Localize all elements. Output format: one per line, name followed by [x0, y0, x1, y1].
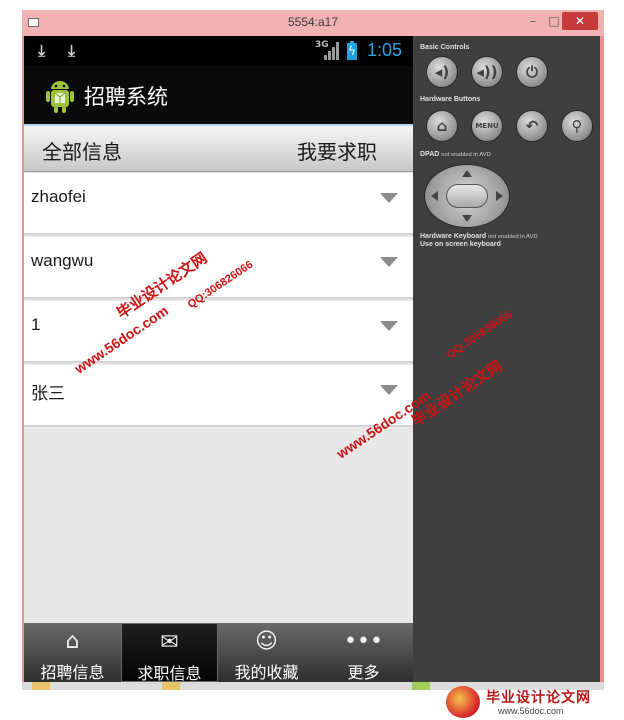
status-clock: 1:05 [367, 40, 403, 60]
list-item-label: zhaofei [31, 187, 86, 206]
maximize-button[interactable]: □ [547, 12, 561, 30]
window-titlebar[interactable]: 5554:a17 – □ ✕ [22, 10, 604, 36]
status-bar: ⤓ ⤓ 3G ϟ 1:05 [24, 36, 413, 66]
dpad-center-button[interactable] [446, 184, 488, 208]
back-button[interactable]: ↶ [516, 110, 548, 142]
tab-label: 招聘信息 [40, 663, 105, 682]
list-item-label: 张三 [31, 384, 65, 403]
list-item-label: 1 [31, 315, 41, 334]
tab-all-info[interactable]: 全部信息 [42, 136, 122, 165]
app-icon[interactable] [412, 682, 430, 690]
volume-up-button[interactable]: ◂)) [471, 56, 503, 88]
dpad-up-icon[interactable] [462, 170, 472, 177]
chevron-down-icon[interactable] [380, 385, 398, 395]
home-icon: ⌂ [65, 629, 80, 654]
tab-recruit-info[interactable]: ⌂ 招聘信息 [24, 623, 121, 682]
folder-icon[interactable] [162, 682, 180, 690]
android-robot-icon [46, 81, 74, 113]
hardware-buttons-title: Hardware Buttons [420, 96, 481, 103]
list-item-label: wangwu [31, 251, 94, 270]
tab-more[interactable]: ••• 更多 [315, 623, 412, 682]
emulator-control-panel: Basic Controls ◂) ◂)) ⏻ Hardware Buttons… [413, 36, 600, 682]
window-title: 5554:a17 [287, 15, 339, 29]
signal-icon [324, 42, 340, 60]
chevron-down-icon[interactable] [380, 193, 398, 203]
list-item[interactable]: 1 [24, 301, 413, 363]
folder-icon[interactable] [32, 682, 50, 690]
dpad-control[interactable] [424, 164, 510, 228]
dpad-title: DPAD not enabled in AVD [420, 151, 491, 158]
power-button[interactable]: ⏻ [516, 56, 548, 88]
menu-button[interactable]: MENU [471, 110, 503, 142]
chevron-down-icon[interactable] [380, 321, 398, 331]
tab-jobseek-info[interactable]: ✉ 求职信息 [121, 623, 218, 682]
logo-emblem-icon [446, 686, 480, 718]
dpad-down-icon[interactable] [462, 215, 472, 222]
dpad-right-icon[interactable] [496, 191, 503, 201]
bottom-tab-bar: ⌂ 招聘信息 ✉ 求职信息 ☺ 我的收藏 ••• 更多 [24, 623, 413, 682]
basic-controls-title: Basic Controls [420, 44, 470, 51]
list-item[interactable]: zhaofei [24, 173, 413, 235]
tab-job-seeking[interactable]: 我要求职 [297, 136, 377, 165]
download-icon: ⤓ [68, 41, 76, 60]
screenshot-root: 5554:a17 – □ ✕ ⤓ ⤓ 3G ϟ 1:05 招聘系统 全部信息 我… [0, 0, 624, 720]
home-button[interactable]: ⌂ [426, 110, 458, 142]
close-button[interactable]: ✕ [562, 12, 598, 30]
top-tab-bar: 全部信息 我要求职 [24, 124, 413, 172]
logo-url: www.56doc.com [498, 706, 564, 716]
app-title-bar: 招聘系统 [24, 66, 413, 124]
keyboard-title: Hardware Keyboard not enabled in AVD [420, 233, 538, 240]
dpad-left-icon[interactable] [431, 191, 438, 201]
tab-label: 更多 [347, 663, 380, 682]
chevron-down-icon[interactable] [380, 257, 398, 267]
tab-label: 求职信息 [137, 664, 202, 682]
person-icon: ☺ [255, 629, 278, 654]
download-icon: ⤓ [38, 41, 46, 60]
mail-icon: ✉ [160, 630, 179, 655]
app-title: 招聘系统 [84, 85, 168, 109]
minimize-button[interactable]: – [526, 12, 540, 30]
keyboard-note: Use on screen keyboard [420, 241, 501, 248]
tab-label: 我的收藏 [234, 663, 299, 682]
logo-text: 毕业设计论文网 [486, 690, 591, 706]
site-logo: 毕业设计论文网 www.56doc.com [446, 686, 616, 718]
more-icon: ••• [344, 629, 383, 654]
tab-my-favorites[interactable]: ☺ 我的收藏 [218, 623, 315, 682]
volume-down-button[interactable]: ◂) [426, 56, 458, 88]
battery-icon: ϟ [347, 41, 357, 60]
search-button[interactable]: ⚲ [561, 110, 593, 142]
